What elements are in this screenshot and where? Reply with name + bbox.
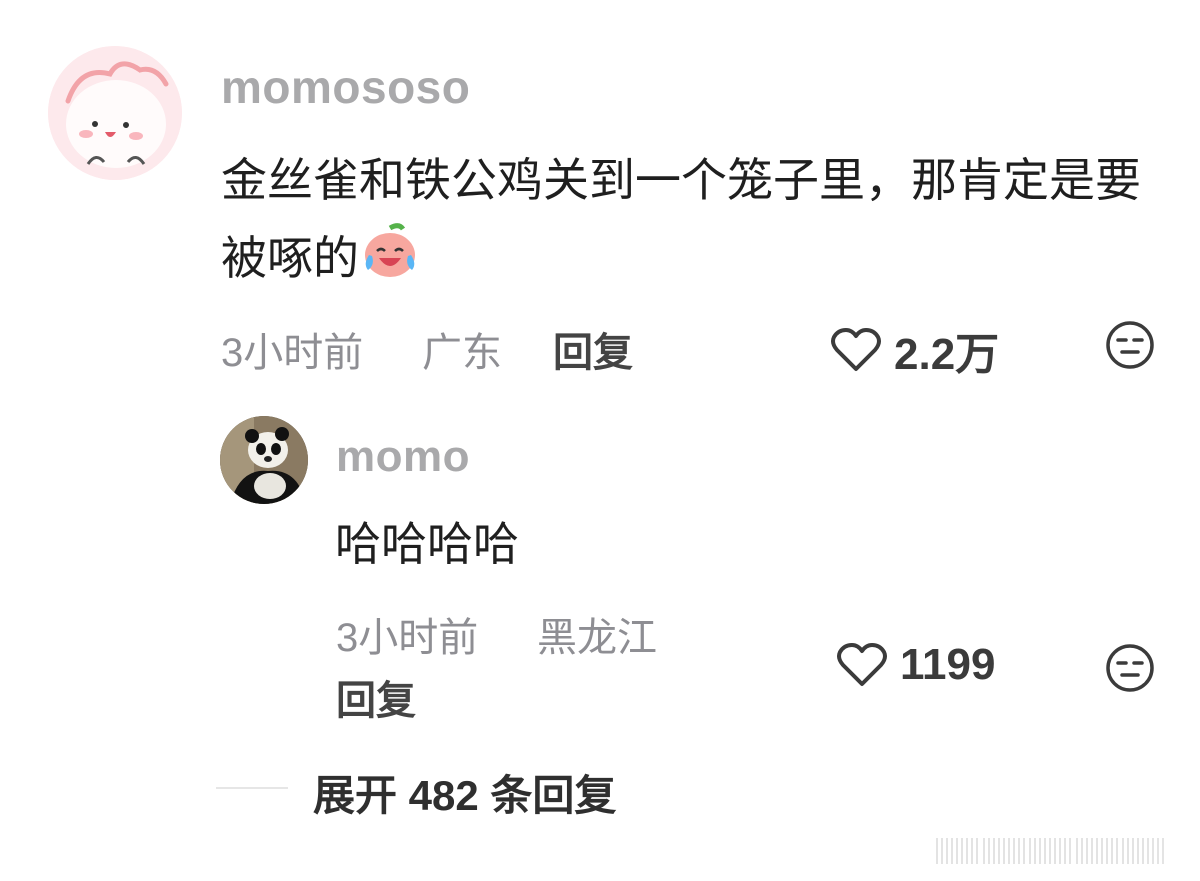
dislike-button[interactable] (1105, 320, 1155, 370)
reply-button[interactable]: 回复 (336, 668, 416, 726)
comment-text: 哈哈哈哈 (335, 518, 519, 570)
like-count: 2.2万 (894, 330, 1000, 379)
panda-avatar-icon (220, 416, 308, 504)
comment-location: 黑龙江 (537, 616, 657, 660)
crying-laughing-peach-icon (365, 223, 415, 277)
comment-text: 金丝雀和铁公鸡关到一个笼子里，那肯定是要被啄的 (221, 154, 1141, 284)
avatar[interactable] (220, 416, 308, 504)
dislike-button[interactable] (1105, 643, 1155, 693)
comment-time: 3小时前 (336, 616, 479, 660)
reply-button[interactable]: 回复 (553, 320, 633, 378)
avatar[interactable] (48, 46, 182, 180)
watermark-barcode (936, 838, 1166, 864)
expand-divider (216, 787, 288, 789)
heart-icon (837, 643, 887, 686)
like-button[interactable]: 2.2万 (830, 318, 999, 382)
comment-location: 广东 (422, 331, 502, 375)
like-count: 1199 (900, 640, 996, 689)
like-button[interactable]: 1199 (836, 640, 995, 690)
comment-time: 3小时前 (221, 331, 364, 375)
expand-replies-button[interactable]: 展开 482 条回复 (313, 762, 616, 823)
heart-icon (831, 328, 881, 371)
unamused-face-icon (1106, 644, 1154, 692)
unamused-face-icon (1106, 321, 1154, 369)
cartoon-avatar-icon (48, 46, 182, 180)
username[interactable]: momo (336, 432, 470, 482)
username[interactable]: momososo (221, 60, 470, 114)
